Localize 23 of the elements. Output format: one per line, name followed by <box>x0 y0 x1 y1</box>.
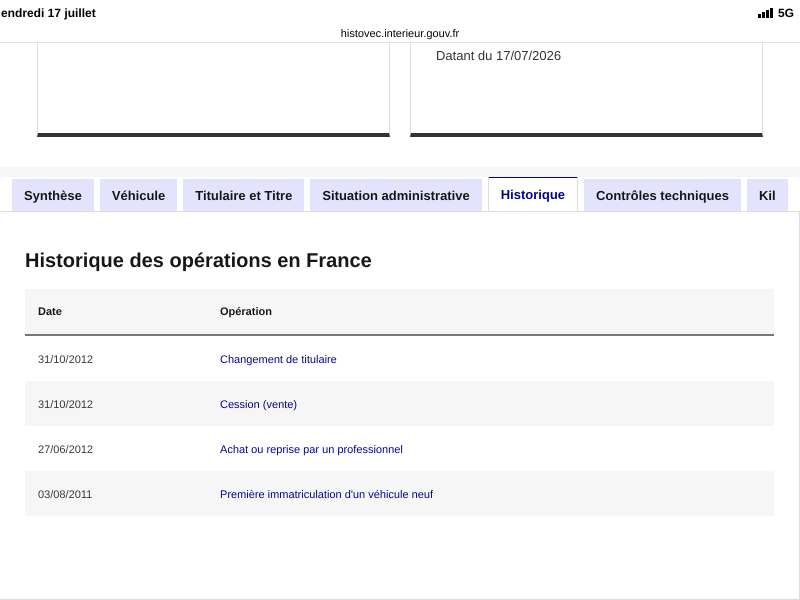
date-cell: 03/08/2011 <box>38 488 92 501</box>
tab[interactable]: Titulaire et Titre <box>183 179 304 212</box>
date-cell: 27/06/2012 <box>38 444 94 456</box>
operation-link[interactable]: Cession (vente) <box>220 398 298 411</box>
column-header: Opération <box>220 306 273 318</box>
tab[interactable]: Kil <box>746 179 788 212</box>
tab[interactable]: Synthèse <box>12 179 94 212</box>
operation-link[interactable]: Première immatriculation d'un véhicule neuf <box>220 488 434 501</box>
tab[interactable]: Véhicule <box>100 179 178 212</box>
tab[interactable]: Contrôles techniques <box>584 179 741 212</box>
column-header: Date <box>38 306 63 318</box>
operation-link[interactable]: Changement de titulaire <box>220 354 337 366</box>
tab[interactable]: Historique <box>488 176 578 212</box>
date-cell: 31/10/2012 <box>38 398 94 411</box>
url-text[interactable]: histovec.interieur.gouv.fr <box>340 28 460 40</box>
operation-link[interactable]: Achat ou reprise par un professionnel <box>220 444 403 456</box>
status-date: endredi 17 juillet <box>1 6 96 20</box>
signal-icon <box>758 8 774 18</box>
section-title: Historique des opérations en France <box>25 250 373 274</box>
date-cell: 31/10/2012 <box>38 354 94 366</box>
network-label: 5G <box>778 6 794 20</box>
tab[interactable]: Situation administrative <box>310 179 482 212</box>
card-text: Datant du 17/07/2026 <box>436 48 562 63</box>
